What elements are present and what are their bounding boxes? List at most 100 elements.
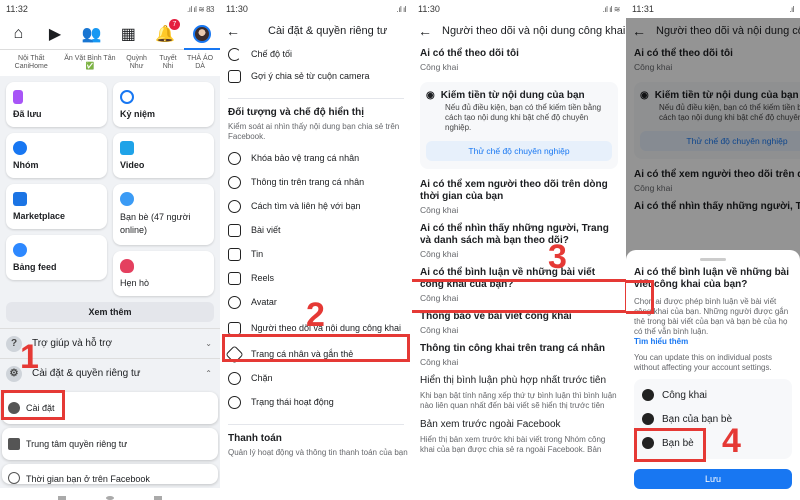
shield-icon [228,151,241,165]
shortcut-item[interactable]: THẢ ÁO DÀ [182,55,218,71]
privacy-center-item[interactable]: Trung tâm quyền riêng tư [2,428,218,460]
profile-info-item[interactable]: Thông tin trên trang cá nhân [220,170,412,194]
feeds-icon [13,243,27,257]
friends-icon [120,192,134,206]
item-label: Người theo dõi và nội dung công khai [251,323,402,333]
saved-card[interactable]: Đã lưu [6,82,107,127]
groups-card[interactable]: Nhóm [6,133,107,178]
globe-icon [642,389,654,401]
item-label: Bài viết [251,225,281,235]
save-button[interactable]: Lưu [634,469,792,489]
reels-icon [228,271,241,285]
status-bar: 11:31 .ıl [626,0,800,18]
back-arrow-icon[interactable]: ← [418,23,432,39]
store-icon [13,192,27,206]
profile-menu-tab[interactable] [191,23,213,45]
monetize-promo: ◉ Kiếm tiền từ nội dung của bạn Nếu đủ đi… [420,82,618,169]
post-icon [228,223,241,237]
section-description: Kiểm soát ai nhìn thấy nội dung bạn chia… [228,122,400,141]
friends-icon[interactable]: 👥 [81,23,103,45]
marketplace-icon[interactable]: ▦ [117,23,139,45]
heart-icon [120,259,134,273]
shortcut-item[interactable]: Quỳnh Như [119,55,153,71]
section-description: Quản lý hoạt động và thông tin thanh toá… [228,448,408,457]
profile-lock-item[interactable]: Khóa bảo vệ trang cá nhân [220,146,412,170]
video-card[interactable]: Video [113,133,214,178]
menu-panel: 11:32 .ıl ıl ≋ 83 ⌂ ▶ 👥 ▦ 🔔 7 Nội Thất Ca… [0,0,220,500]
item-label: Chế độ tối [251,49,293,59]
item-label: Trạng thái hoạt động [251,397,334,407]
best-comments-item[interactable]: Hiển thị bình luận phù hợp nhất trước ti… [412,371,626,415]
dating-card[interactable]: Hẹn hò [113,251,214,296]
recents-button[interactable] [58,496,66,500]
promo-description: Nếu đủ điều kiện, bạn có thể kiếm tiền b… [445,103,602,132]
who-can-follow-item[interactable]: Ai có thể theo dõi tôi Công khai [412,44,626,76]
highlight-box [222,334,410,362]
card-label: Hẹn hò [120,278,150,288]
section-title: Thanh toán [228,433,282,444]
divider [228,424,404,425]
posts-item[interactable]: Bài viết [220,218,412,242]
followers-icon [228,321,241,335]
setting-item[interactable]: Ai có thể xem người theo dõi trên dòng t… [412,175,626,219]
bookmark-icon [13,90,23,104]
setting-item[interactable]: Ai có thể nhìn thấy những người, Trang v… [412,219,626,263]
shortcut-item[interactable]: Tuyết Nhi [154,55,182,71]
avatar-icon [228,295,241,309]
blocking-item[interactable]: Chặn [220,366,412,390]
feeds-card[interactable]: Bảng feed [6,235,107,280]
try-professional-mode-button[interactable]: Thử chế độ chuyên nghiệp [426,141,612,161]
offsite-preview-item[interactable]: Bản xem trước ngoài Facebook Hiển thị bản… [412,415,626,459]
camera-roll-item[interactable]: Gợi ý chia sẻ từ cuộn camera [220,64,412,88]
home-button[interactable] [106,496,114,500]
status-icons: .ıl ıl [396,4,407,14]
notifications-icon[interactable]: 🔔 7 [154,18,180,45]
item-value: Công khai [420,249,459,259]
status-bar: 11:30 .ıl ıl ≋ [412,0,626,18]
back-button[interactable] [154,496,162,500]
monetize-icon: ◉ [426,90,435,101]
item-title: Hiển thị bình luận phù hợp nhất trước ti… [420,375,607,386]
item-label: Chặn [251,373,273,383]
moon-icon [228,47,241,61]
marketplace-card[interactable]: Marketplace [6,184,107,229]
see-more-button[interactable]: Xem thêm [6,302,214,322]
active-status-icon [228,395,241,409]
friends-card[interactable]: Bạn bè (47 người online) [113,184,214,245]
card-label: Nhóm [13,160,39,170]
item-title: Thông tin công khai trên trang cá nhân [420,343,606,354]
dark-mode-item[interactable]: Chế độ tối [220,44,412,64]
setting-item[interactable]: Thông tin công khai trên trang cá nhân Cô… [412,339,626,371]
status-bar: 11:32 .ıl ıl ≋ 83 [0,0,220,18]
shortcut-item[interactable]: Nội Thất CaniHome [2,55,60,71]
learn-more-link[interactable]: Tìm hiểu thêm [634,337,792,347]
person-icon [228,175,241,189]
active-status-item[interactable]: Trạng thái hoạt động [220,390,412,414]
item-value: Công khai [420,205,459,215]
stories-item[interactable]: Tin [220,242,412,266]
drag-handle[interactable] [700,258,726,261]
camera-icon [228,69,241,83]
back-arrow-icon[interactable]: ← [226,23,240,39]
memories-card[interactable]: Kỷ niệm [113,82,214,127]
find-contact-item[interactable]: Cách tìm và liên hệ với bạn [220,194,412,218]
item-description: Hiển thị bản xem trước khi bài viết tron… [420,435,606,454]
top-navigation: ⌂ ▶ 👥 ▦ 🔔 7 [0,18,220,50]
item-label: Gợi ý chia sẻ từ cuộn camera [251,71,370,81]
highlight-box [412,279,626,313]
item-label: Cách tìm và liên hệ với bạn [251,201,361,211]
card-label: Đã lưu [13,109,42,119]
clock-icon [8,472,20,484]
time-on-facebook-item[interactable]: Thời gian bạn ở trên Facebook [2,464,218,484]
item-label: Khóa bảo vệ trang cá nhân [251,153,360,163]
option-public[interactable]: Công khai [638,383,788,407]
item-title: Ai có thể nhìn thấy những người, Trang v… [420,223,609,246]
step-number: 4 [722,422,741,460]
card-label: Video [120,160,145,170]
active-tab-indicator [184,48,220,50]
reels-item[interactable]: Reels [220,266,412,290]
shortcut-item[interactable]: Ăn Vặt Bình Tân ✅ [60,55,119,71]
book-icon [228,247,241,261]
home-icon[interactable]: ⌂ [7,23,29,45]
video-icon[interactable]: ▶ [44,23,66,45]
